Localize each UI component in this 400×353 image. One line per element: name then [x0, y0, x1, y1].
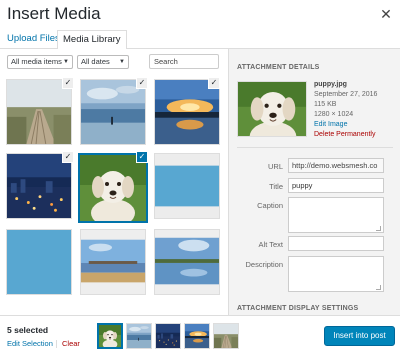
- alt-text-field[interactable]: [288, 236, 384, 251]
- puppy-preview-image: [238, 82, 307, 137]
- blue-image-thumbnail: [155, 154, 219, 218]
- blue-square-thumbnail: [7, 230, 71, 294]
- attachment-details-heading: ATTACHMENT DETAILS: [237, 64, 320, 71]
- puppy-thumbnail: [80, 155, 146, 221]
- check-icon[interactable]: ✓: [208, 77, 220, 89]
- date-select-value: All dates: [81, 57, 110, 66]
- modal-title: Insert Media: [7, 4, 101, 23]
- media-item-blue-square[interactable]: [6, 229, 72, 295]
- delete-permanently-link[interactable]: Delete Permanently: [314, 130, 377, 140]
- selection-thumb-sea[interactable]: [126, 323, 152, 349]
- resize-handle-icon[interactable]: [376, 226, 381, 231]
- attachment-dimensions: 1280 × 1024: [314, 111, 354, 118]
- insert-into-post-button[interactable]: Insert into post: [324, 326, 395, 346]
- city-thumbnail: [7, 154, 71, 218]
- media-item-lake[interactable]: [154, 229, 220, 295]
- puppy-mini-thumbnail: [99, 325, 121, 347]
- resize-handle-icon[interactable]: [376, 285, 381, 290]
- media-type-select-value: All media items: [11, 57, 62, 66]
- check-icon[interactable]: ✓: [136, 77, 148, 89]
- selection-thumb-city[interactable]: [155, 323, 181, 349]
- clear-selection-link[interactable]: Clear: [62, 339, 80, 348]
- close-icon[interactable]: ✕: [379, 6, 393, 23]
- attachment-filename: puppy.jpg: [314, 81, 347, 88]
- attachment-date: September 27, 2016: [314, 91, 378, 98]
- media-item-blue-image[interactable]: [154, 153, 220, 219]
- caption-label: Caption: [257, 201, 283, 210]
- city-mini-thumbnail: [156, 324, 180, 348]
- selection-thumb-sunset[interactable]: [184, 323, 210, 349]
- separator: [56, 340, 57, 348]
- url-label: URL: [267, 162, 283, 171]
- title-field[interactable]: puppy: [288, 178, 384, 193]
- edit-image-link[interactable]: Edit Image: [314, 120, 377, 130]
- media-item-puppy[interactable]: [78, 153, 148, 223]
- boardwalk-mini-thumbnail: [214, 324, 238, 348]
- selection-count: 5 selected: [7, 325, 49, 335]
- check-icon[interactable]: ✓: [62, 77, 74, 89]
- description-label: Description: [245, 260, 283, 269]
- attachment-details-sidebar: ATTACHMENT DETAILS puppy.jpg September 2…: [228, 49, 400, 315]
- caption-textarea[interactable]: [288, 197, 384, 233]
- date-select[interactable]: All dates ▼: [77, 55, 129, 69]
- url-field[interactable]: http://demo.websmesh.co: [288, 158, 384, 173]
- media-item-pier[interactable]: [80, 229, 146, 295]
- pier-thumbnail: [81, 230, 145, 294]
- sunset-thumbnail: [155, 80, 219, 144]
- sea-thumbnail: [81, 80, 145, 144]
- lake-thumbnail: [155, 230, 219, 294]
- chevron-down-icon: ▼: [63, 59, 69, 65]
- media-toolbar: 5 selected Edit Selection Clear Insert i…: [0, 315, 400, 353]
- media-type-select[interactable]: All media items ▼: [7, 55, 73, 69]
- attachment-info: puppy.jpg September 27, 2016 115 KB 1280…: [314, 80, 377, 140]
- check-icon[interactable]: ✓: [136, 151, 148, 163]
- alt-text-label: Alt Text: [258, 240, 283, 249]
- media-browser: All media items ▼ All dates ▼ Search ✓ ✓…: [0, 49, 228, 315]
- boardwalk-thumbnail: [7, 80, 71, 144]
- title-label: Title: [269, 182, 283, 191]
- divider: [237, 147, 393, 148]
- check-icon[interactable]: ✓: [62, 151, 74, 163]
- sunset-mini-thumbnail: [185, 324, 209, 348]
- chevron-down-icon: ▼: [119, 59, 125, 65]
- tab-bar: Upload Files Media Library: [0, 27, 400, 50]
- selection-thumb-puppy[interactable]: [97, 323, 123, 349]
- attachment-display-settings-heading: ATTACHMENT DISPLAY SETTINGS: [237, 305, 359, 312]
- attachment-size: 115 KB: [314, 101, 337, 108]
- description-textarea[interactable]: [288, 256, 384, 292]
- insert-media-modal: Insert Media ✕ Upload Files Media Librar…: [0, 0, 400, 353]
- tab-upload-files[interactable]: Upload Files: [2, 30, 65, 49]
- attachment-preview: [237, 81, 307, 137]
- search-input[interactable]: Search: [149, 54, 219, 69]
- selection-thumb-boardwalk[interactable]: [213, 323, 239, 349]
- edit-selection-link[interactable]: Edit Selection: [7, 339, 53, 348]
- tab-media-library[interactable]: Media Library: [57, 30, 127, 50]
- sea-mini-thumbnail: [127, 324, 151, 348]
